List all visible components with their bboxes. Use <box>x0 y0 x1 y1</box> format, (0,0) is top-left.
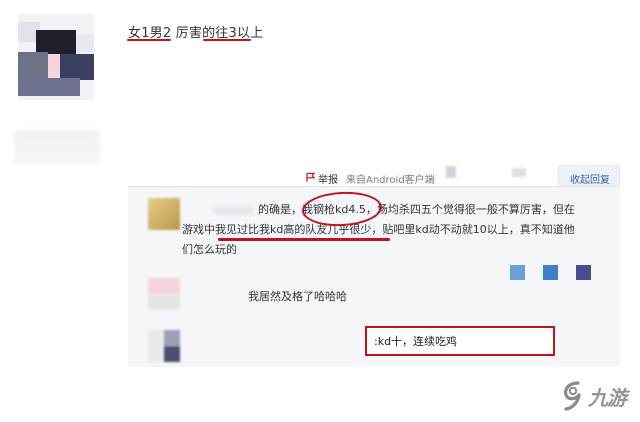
poster-info-blurred <box>14 130 100 164</box>
blurred-mark <box>543 265 558 280</box>
reply-avatar[interactable] <box>148 198 180 230</box>
annotation-underline-2 <box>203 39 251 41</box>
blurred-mark <box>446 166 456 178</box>
blurred-mark <box>512 168 526 177</box>
9game-logo-icon <box>563 381 581 411</box>
collapse-replies-label[interactable]: 收起回复 <box>570 171 610 186</box>
reply-username-blurred <box>214 207 254 215</box>
reply-avatar[interactable] <box>148 330 180 362</box>
reply-line-3: 们怎么玩的 <box>182 243 237 256</box>
annotation-underline-3 <box>218 238 390 241</box>
watermark-text: 九游 <box>588 386 627 410</box>
reply-text: 我居然及格了哈哈哈 <box>248 290 347 303</box>
reply-line-2: 游戏中我见过比我kd高的队友几乎很少，贴吧里kd动不动就10以上，真不知道他 <box>182 220 575 240</box>
reply-text: 游戏中 <box>182 223 215 236</box>
blurred-mark <box>510 265 525 280</box>
reply-text: ，场均杀四五个觉得很一般不算厉害，但在 <box>365 203 575 216</box>
annotation-underline-1 <box>127 39 171 41</box>
report-icon <box>306 172 316 182</box>
report-link[interactable]: 举报 <box>318 171 338 186</box>
blurred-mark <box>576 265 591 280</box>
reply-text: 的确是， <box>258 203 302 216</box>
reply-avatar[interactable] <box>148 278 180 310</box>
source-label: 来自Android客户端 <box>346 175 435 186</box>
poster-avatar[interactable] <box>18 14 94 100</box>
reply-text: :kd十，连续吃鸡 <box>374 335 458 348</box>
reply-text: ，贴吧里kd动不动就10以上，真不知道他 <box>371 223 575 236</box>
